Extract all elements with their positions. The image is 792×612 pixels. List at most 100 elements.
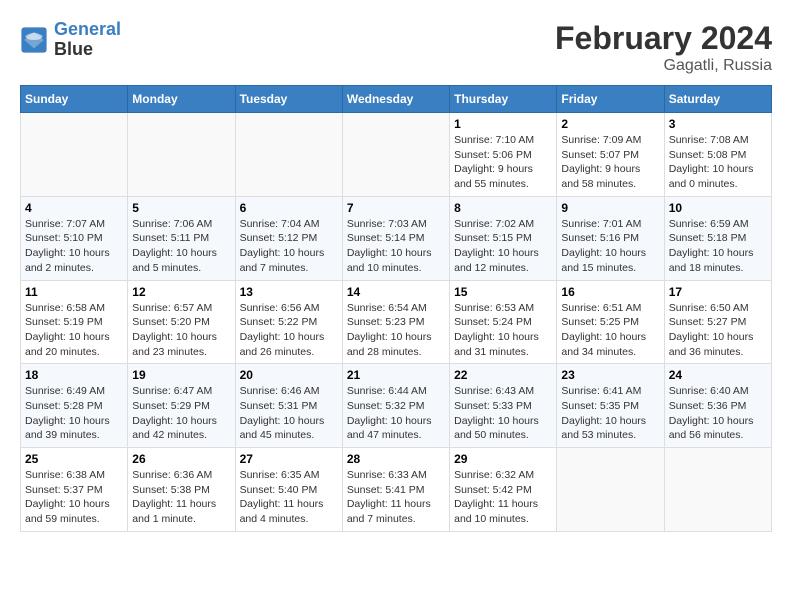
day-number: 8 [454, 201, 552, 215]
main-title: February 2024 [555, 20, 772, 57]
day-info: Sunrise: 7:04 AMSunset: 5:12 PMDaylight:… [240, 217, 338, 276]
calendar-cell: 1 Sunrise: 7:10 AMSunset: 5:06 PMDaylight… [450, 113, 557, 197]
calendar-cell: 25Sunrise: 6:38 AMSunset: 5:37 PMDayligh… [21, 448, 128, 532]
calendar-cell: 13Sunrise: 6:56 AMSunset: 5:22 PMDayligh… [235, 280, 342, 364]
calendar-cell [235, 113, 342, 197]
calendar-table: SundayMondayTuesdayWednesdayThursdayFrid… [20, 85, 772, 532]
day-number: 5 [132, 201, 230, 215]
day-info: Sunrise: 6:40 AMSunset: 5:36 PMDaylight:… [669, 384, 767, 443]
day-number: 14 [347, 285, 445, 299]
col-header-wednesday: Wednesday [342, 86, 449, 113]
day-info: Sunrise: 6:38 AMSunset: 5:37 PMDaylight:… [25, 468, 123, 527]
subtitle: Gagatli, Russia [555, 57, 772, 75]
calendar-cell: 18 Sunrise: 6:49 AMSunset: 5:28 PMDayligh… [21, 364, 128, 448]
day-info: Sunrise: 6:33 AMSunset: 5:41 PMDaylight:… [347, 468, 445, 527]
day-number: 29 [454, 452, 552, 466]
day-number: 3 [669, 117, 767, 131]
day-number: 10 [669, 201, 767, 215]
calendar-week-row: 1 Sunrise: 7:10 AMSunset: 5:06 PMDaylight… [21, 113, 772, 197]
day-info: Sunrise: 6:35 AMSunset: 5:40 PMDaylight:… [240, 468, 338, 527]
calendar-cell: 17Sunrise: 6:50 AMSunset: 5:27 PMDayligh… [664, 280, 771, 364]
calendar-cell: 9 Sunrise: 7:01 AMSunset: 5:16 PMDaylight… [557, 196, 664, 280]
day-info: Sunrise: 7:07 AMSunset: 5:10 PMDaylight:… [25, 217, 123, 276]
calendar-cell: 7Sunrise: 7:03 AMSunset: 5:14 PMDaylight… [342, 196, 449, 280]
calendar-week-row: 18 Sunrise: 6:49 AMSunset: 5:28 PMDayligh… [21, 364, 772, 448]
calendar-cell: 27 Sunrise: 6:35 AMSunset: 5:40 PMDayligh… [235, 448, 342, 532]
calendar-cell: 8Sunrise: 7:02 AMSunset: 5:15 PMDaylight… [450, 196, 557, 280]
calendar-cell: 6 Sunrise: 7:04 AMSunset: 5:12 PMDaylight… [235, 196, 342, 280]
day-number: 12 [132, 285, 230, 299]
day-number: 23 [561, 368, 659, 382]
day-info: Sunrise: 6:57 AMSunset: 5:20 PMDaylight:… [132, 301, 230, 360]
day-info: Sunrise: 6:47 AMSunset: 5:29 PMDaylight:… [132, 384, 230, 443]
calendar-cell: 21 Sunrise: 6:44 AMSunset: 5:32 PMDayligh… [342, 364, 449, 448]
day-number: 13 [240, 285, 338, 299]
calendar-cell: 23 Sunrise: 6:41 AMSunset: 5:35 PMDayligh… [557, 364, 664, 448]
day-number: 28 [347, 452, 445, 466]
day-info: Sunrise: 7:01 AMSunset: 5:16 PMDaylight:… [561, 217, 659, 276]
title-block: February 2024 Gagatli, Russia [555, 20, 772, 75]
day-number: 1 [454, 117, 552, 131]
day-number: 22 [454, 368, 552, 382]
day-info: Sunrise: 6:51 AMSunset: 5:25 PMDaylight:… [561, 301, 659, 360]
day-info: Sunrise: 6:43 AMSunset: 5:33 PMDaylight:… [454, 384, 552, 443]
day-info: Sunrise: 7:03 AMSunset: 5:14 PMDaylight:… [347, 217, 445, 276]
col-header-friday: Friday [557, 86, 664, 113]
day-info: Sunrise: 6:46 AMSunset: 5:31 PMDaylight:… [240, 384, 338, 443]
col-header-monday: Monday [128, 86, 235, 113]
calendar-cell: 2 Sunrise: 7:09 AMSunset: 5:07 PMDaylight… [557, 113, 664, 197]
calendar-cell [21, 113, 128, 197]
calendar-cell [342, 113, 449, 197]
calendar-cell: 20 Sunrise: 6:46 AMSunset: 5:31 PMDayligh… [235, 364, 342, 448]
day-number: 2 [561, 117, 659, 131]
day-number: 6 [240, 201, 338, 215]
logo-line1: General [54, 19, 121, 39]
logo-icon [20, 26, 48, 54]
day-info: Sunrise: 6:32 AMSunset: 5:42 PMDaylight:… [454, 468, 552, 527]
day-info: Sunrise: 7:10 AMSunset: 5:06 PMDaylight:… [454, 133, 552, 192]
day-number: 24 [669, 368, 767, 382]
calendar-cell: 4Sunrise: 7:07 AMSunset: 5:10 PMDaylight… [21, 196, 128, 280]
calendar-cell: 10Sunrise: 6:59 AMSunset: 5:18 PMDayligh… [664, 196, 771, 280]
day-number: 27 [240, 452, 338, 466]
day-info: Sunrise: 6:44 AMSunset: 5:32 PMDaylight:… [347, 384, 445, 443]
day-info: Sunrise: 7:08 AMSunset: 5:08 PMDaylight:… [669, 133, 767, 192]
day-number: 21 [347, 368, 445, 382]
day-info: Sunrise: 6:36 AMSunset: 5:38 PMDaylight:… [132, 468, 230, 527]
logo: General Blue [20, 20, 121, 60]
calendar-cell: 28 Sunrise: 6:33 AMSunset: 5:41 PMDayligh… [342, 448, 449, 532]
day-info: Sunrise: 6:58 AMSunset: 5:19 PMDaylight:… [25, 301, 123, 360]
col-header-saturday: Saturday [664, 86, 771, 113]
calendar-cell: 14 Sunrise: 6:54 AMSunset: 5:23 PMDayligh… [342, 280, 449, 364]
calendar-header-row: SundayMondayTuesdayWednesdayThursdayFrid… [21, 86, 772, 113]
day-info: Sunrise: 6:41 AMSunset: 5:35 PMDaylight:… [561, 384, 659, 443]
day-number: 16 [561, 285, 659, 299]
day-info: Sunrise: 6:49 AMSunset: 5:28 PMDaylight:… [25, 384, 123, 443]
day-number: 9 [561, 201, 659, 215]
day-number: 26 [132, 452, 230, 466]
calendar-cell: 29 Sunrise: 6:32 AMSunset: 5:42 PMDayligh… [450, 448, 557, 532]
col-header-thursday: Thursday [450, 86, 557, 113]
calendar-cell: 12 Sunrise: 6:57 AMSunset: 5:20 PMDayligh… [128, 280, 235, 364]
calendar-cell [664, 448, 771, 532]
calendar-cell: 3 Sunrise: 7:08 AMSunset: 5:08 PMDaylight… [664, 113, 771, 197]
col-header-tuesday: Tuesday [235, 86, 342, 113]
day-number: 18 [25, 368, 123, 382]
calendar-cell: 26 Sunrise: 6:36 AMSunset: 5:38 PMDayligh… [128, 448, 235, 532]
day-info: Sunrise: 6:50 AMSunset: 5:27 PMDaylight:… [669, 301, 767, 360]
logo-line2: Blue [54, 40, 121, 60]
logo-text: General Blue [54, 20, 121, 60]
calendar-cell: 19Sunrise: 6:47 AMSunset: 5:29 PMDayligh… [128, 364, 235, 448]
day-info: Sunrise: 7:09 AMSunset: 5:07 PMDaylight:… [561, 133, 659, 192]
calendar-week-row: 11Sunrise: 6:58 AMSunset: 5:19 PMDayligh… [21, 280, 772, 364]
day-info: Sunrise: 6:54 AMSunset: 5:23 PMDaylight:… [347, 301, 445, 360]
calendar-cell: 24 Sunrise: 6:40 AMSunset: 5:36 PMDayligh… [664, 364, 771, 448]
calendar-week-row: 25Sunrise: 6:38 AMSunset: 5:37 PMDayligh… [21, 448, 772, 532]
page-header: General Blue February 2024 Gagatli, Russ… [20, 20, 772, 75]
calendar-cell: 5 Sunrise: 7:06 AMSunset: 5:11 PMDaylight… [128, 196, 235, 280]
day-number: 15 [454, 285, 552, 299]
calendar-cell [128, 113, 235, 197]
day-info: Sunrise: 7:06 AMSunset: 5:11 PMDaylight:… [132, 217, 230, 276]
calendar-cell: 11Sunrise: 6:58 AMSunset: 5:19 PMDayligh… [21, 280, 128, 364]
day-number: 20 [240, 368, 338, 382]
